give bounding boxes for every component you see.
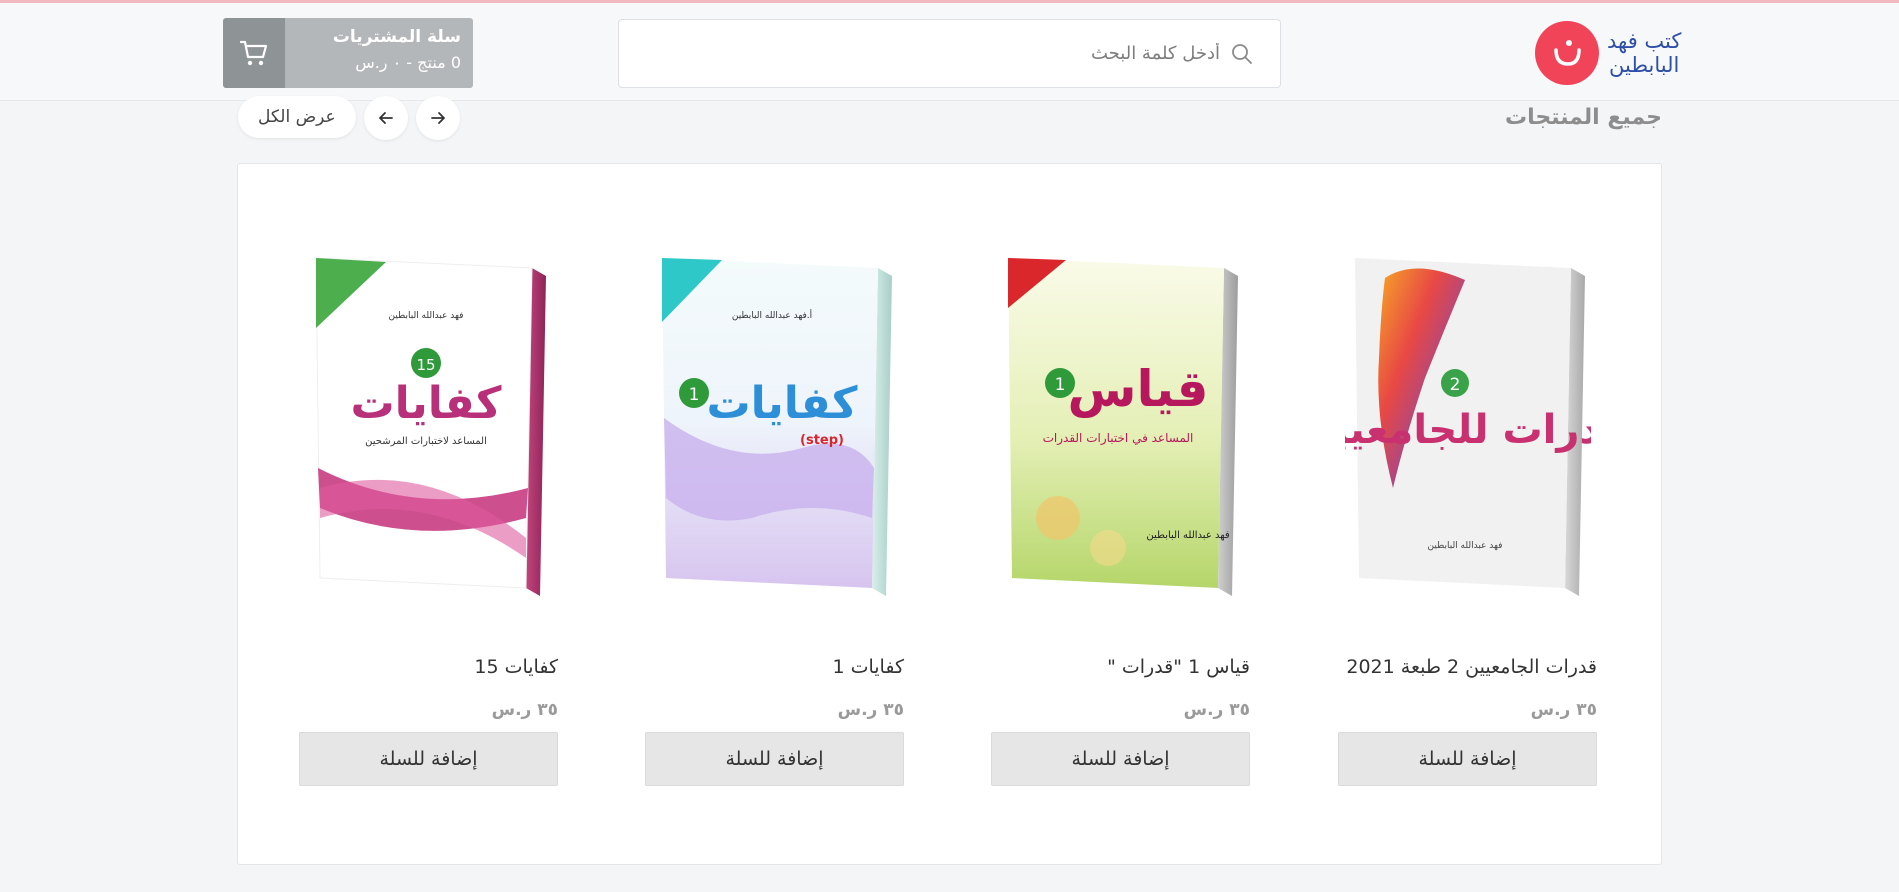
view-all-button[interactable]: عرض الكل: [238, 96, 356, 138]
products-carousel: 2 قدرات للجامعيين فهد عبدالله البابطين ق…: [237, 163, 1662, 865]
search-input[interactable]: [660, 43, 1220, 64]
product-card: 1 كفايات (step) أ.فهد عبدالله البابطين ك…: [645, 192, 904, 786]
svg-text:قدرات للجامعيين: قدرات للجامعيين: [1345, 407, 1591, 453]
product-card: 2 قدرات للجامعيين فهد عبدالله البابطين ق…: [1297, 192, 1628, 786]
svg-text:كفايات: كفايات: [350, 378, 501, 429]
product-name[interactable]: كفايات 1: [645, 656, 904, 682]
next-arrow-button[interactable]: [415, 96, 460, 140]
arrow-right-icon: [430, 112, 445, 124]
product-price: ٣٥ ر.س: [837, 700, 904, 720]
cover-subtitle: المساعد في اختبارات القدرات: [1042, 431, 1193, 446]
carousel-controls: عرض الكل: [238, 96, 460, 140]
search-icon[interactable]: [1230, 42, 1254, 66]
cover-number: 2: [1449, 375, 1460, 395]
cover-author: فهد عبدالله البابطين: [1146, 530, 1229, 541]
cover-number: 1: [688, 385, 699, 405]
cover-title: قياس: [1067, 360, 1208, 418]
add-to-cart-button[interactable]: إضافة للسلة: [1338, 732, 1597, 786]
svg-text:1: 1: [1054, 375, 1065, 395]
add-to-cart-button[interactable]: إضافة للسلة: [991, 732, 1250, 786]
search-box[interactable]: [618, 19, 1281, 88]
shopping-cart-icon: [239, 40, 268, 66]
product-cover-image[interactable]: 1 كفايات (step) أ.فهد عبدالله البابطين: [645, 192, 904, 642]
svg-text:فهد عبدالله البابطين: فهد عبدالله البابطين: [1427, 541, 1502, 551]
product-cover-image[interactable]: 1 قياس المساعد في اختبارات القدرات فهد ع…: [991, 192, 1250, 642]
cover-number: 15: [416, 356, 435, 374]
cover-subtitle: المساعد لاختبارات المرشحين: [365, 436, 487, 447]
product-price: ٣٥ ر.س: [491, 700, 558, 720]
cover-author: فهد عبدالله البابطين: [388, 311, 463, 321]
svg-text:أ.فهد عبدالله البابطين: أ.فهد عبدالله البابطين: [731, 309, 811, 321]
svg-text:1: 1: [688, 385, 699, 405]
product-name[interactable]: كفايات 15: [299, 656, 558, 682]
product-price: ٣٥ ر.س: [1530, 700, 1597, 720]
cover-author: فهد عبدالله البابطين: [1427, 541, 1502, 551]
product-cover-image[interactable]: 15 كفايات المساعد لاختبارات المرشحين فهد…: [299, 192, 558, 642]
product-card: 1 قياس المساعد في اختبارات القدرات فهد ع…: [991, 192, 1250, 786]
product-card: 15 كفايات المساعد لاختبارات المرشحين فهد…: [299, 192, 558, 786]
add-to-cart-button[interactable]: إضافة للسلة: [299, 732, 558, 786]
product-cover-image[interactable]: 2 قدرات للجامعيين فهد عبدالله البابطين: [1297, 192, 1628, 642]
svg-text:قياس: قياس: [1067, 360, 1208, 418]
product-name[interactable]: قدرات الجامعيين 2 طبعة 2021: [1338, 656, 1597, 682]
logo-line2: البابطين: [1609, 53, 1680, 77]
svg-text:15: 15: [416, 356, 435, 374]
arrow-left-icon: [378, 112, 393, 124]
cover-subtitle: (step): [800, 433, 844, 448]
svg-text:كفايات: كفايات: [706, 378, 857, 429]
cart-button[interactable]: سلة المشتريات 0 منتج - ٠ ر.س: [223, 18, 473, 88]
previous-arrow-button[interactable]: [363, 96, 408, 140]
cart-info: سلة المشتريات 0 منتج - ٠ ر.س: [285, 18, 473, 88]
cover-number: 1: [1054, 375, 1065, 395]
site-header: كتب فهد البابطين سلة المشتريات 0 منتج - …: [0, 3, 1899, 101]
svg-text:فهد عبدالله البابطين: فهد عبدالله البابطين: [388, 311, 463, 321]
add-to-cart-button[interactable]: إضافة للسلة: [645, 732, 904, 786]
cart-icon-box: [223, 18, 285, 88]
svg-text:فهد عبدالله البابطين: فهد عبدالله البابطين: [1146, 530, 1229, 541]
svg-text:2: 2: [1449, 375, 1460, 395]
section-title: جميع المنتجات: [1504, 105, 1662, 130]
cover-title: قدرات للجامعيين: [1297, 407, 1628, 453]
logo-line1: كتب فهد: [1607, 29, 1682, 53]
site-logo[interactable]: كتب فهد البابطين: [1535, 21, 1681, 85]
svg-text:المساعد في اختبارات القدرات: المساعد في اختبارات القدرات: [1042, 431, 1193, 446]
svg-text:المساعد لاختبارات المرشحين: المساعد لاختبارات المرشحين: [365, 436, 487, 447]
logo-mark-icon: [1535, 21, 1599, 85]
product-price: ٣٥ ر.س: [1183, 700, 1250, 720]
cart-title: سلة المشتريات: [332, 27, 461, 47]
logo-text: كتب فهد البابطين: [1607, 29, 1681, 77]
product-name[interactable]: قياس 1 "قدرات ": [991, 656, 1250, 682]
cover-author: أ.فهد عبدالله البابطين: [731, 309, 811, 321]
cart-count: 0 منتج - ٠ ر.س: [355, 53, 461, 72]
cover-title: كفايات: [350, 378, 501, 429]
cover-title: كفايات: [706, 378, 857, 429]
svg-text:(step): (step): [800, 433, 844, 448]
